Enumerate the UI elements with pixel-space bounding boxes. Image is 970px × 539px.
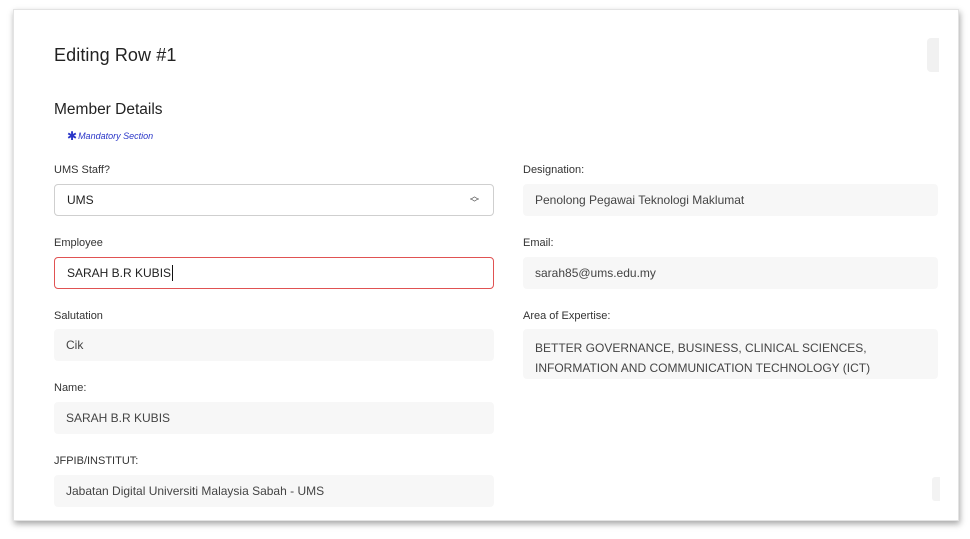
ums-staff-label: UMS Staff? (54, 164, 111, 176)
designation-label: Designation: (523, 164, 585, 176)
page-title: Editing Row #1 (54, 45, 177, 65)
designation-value: Penolong Pegawai Teknologi Maklumat (535, 193, 745, 207)
ums-staff-select[interactable]: UMS ︿ ﹀ (54, 184, 494, 216)
name-label: Name: (54, 382, 87, 394)
edit-row-panel: Editing Row #1 Member Details ✱ Mandator… (13, 9, 959, 521)
name-field: SARAH B.R KUBIS (54, 402, 494, 434)
designation-field: Penolong Pegawai Teknologi Maklumat (523, 184, 938, 216)
employee-input[interactable]: SARAH B.R KUBIS (54, 257, 494, 289)
name-value: SARAH B.R KUBIS (66, 411, 171, 425)
expertise-field: BETTER GOVERNANCE, BUSINESS, CLINICAL SC… (523, 329, 938, 379)
text-cursor (172, 265, 174, 281)
salutation-value: Cik (66, 338, 84, 352)
salutation-label: Salutation (54, 310, 103, 322)
panel-side-tab-bottom (932, 477, 940, 501)
salutation-field: Cik (54, 329, 494, 361)
jfpib-value: Jabatan Digital Universiti Malaysia Saba… (66, 484, 325, 498)
panel-side-tab[interactable] (927, 38, 939, 72)
jfpib-label: JFPIB/INSTITUT: (54, 455, 139, 467)
expertise-label: Area of Expertise: (523, 310, 611, 322)
jfpib-field: Jabatan Digital Universiti Malaysia Saba… (54, 475, 494, 507)
employee-value: SARAH B.R KUBIS (67, 266, 172, 280)
email-label: Email: (523, 237, 554, 249)
chevron-up-down-icon: ︿ ﹀ (469, 191, 479, 208)
email-field: sarah85@ums.edu.my (523, 257, 938, 289)
mandatory-note: ✱ Mandatory Section (67, 128, 154, 143)
asterisk-icon: ✱ (67, 128, 78, 143)
employee-label: Employee (54, 237, 103, 249)
email-value: sarah85@ums.edu.my (535, 266, 656, 280)
mandatory-note-text: Mandatory Section (78, 131, 154, 141)
expertise-value: BETTER GOVERNANCE, BUSINESS, CLINICAL SC… (535, 341, 871, 375)
ums-staff-value: UMS (67, 193, 94, 207)
section-title: Member Details (54, 101, 163, 118)
